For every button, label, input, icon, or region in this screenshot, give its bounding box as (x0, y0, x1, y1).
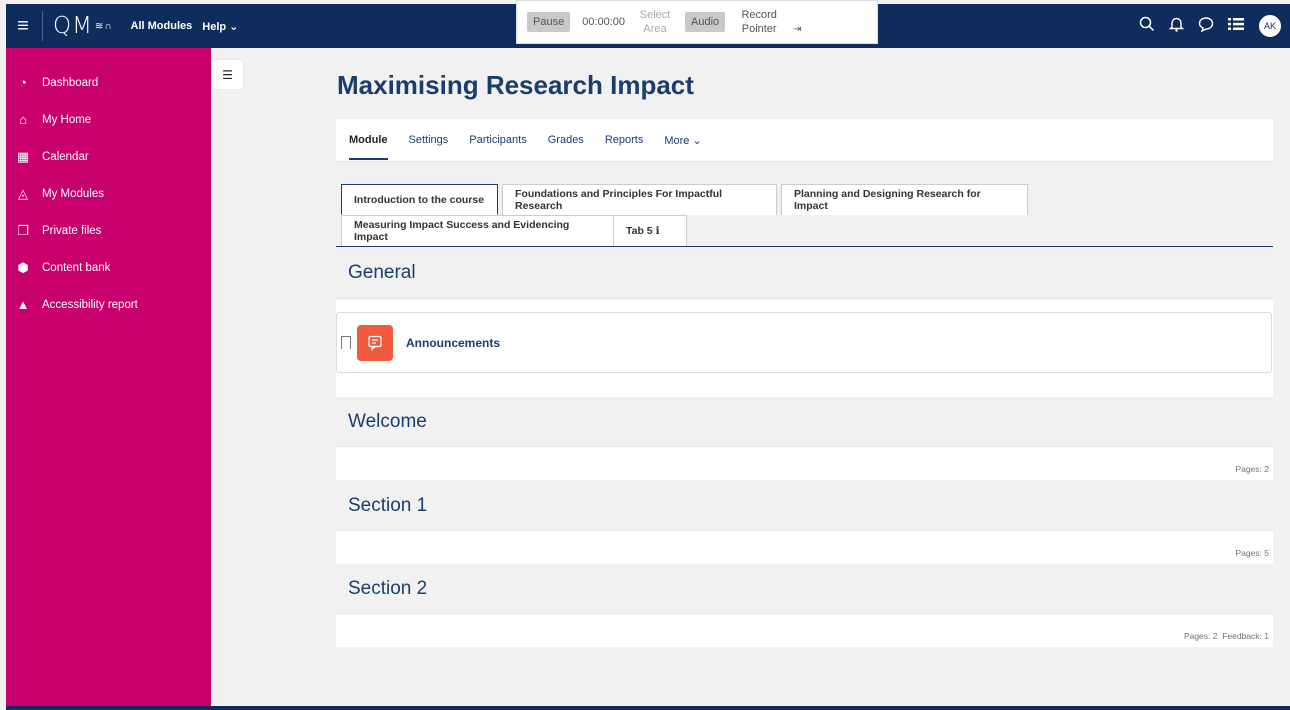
hamburger-menu-icon[interactable]: ≡ (6, 4, 40, 48)
help-menu[interactable]: Help ⌄ (202, 20, 238, 33)
section-summary: Pages: 2 (336, 447, 1273, 480)
tab-introduction[interactable]: Introduction to the course (341, 184, 498, 215)
audio-button[interactable]: Audio (685, 12, 726, 32)
footer-bar (6, 706, 1290, 710)
screen-recorder-toolbar: Pause 00:00:00 Select Area Audio Record … (516, 0, 878, 44)
sidebar-item-calendar[interactable]: ▦ Calendar (6, 138, 211, 175)
logo-mark: ≋∩ (94, 20, 113, 32)
tab-foundations[interactable]: Foundations and Principles For Impactful… (502, 184, 777, 215)
tab-underline (336, 246, 1273, 247)
sidebar-item-label: My Home (42, 113, 92, 126)
select-area-button[interactable]: Select Area (637, 8, 673, 36)
list-icon: ☰ (222, 67, 233, 82)
notifications-bell-icon[interactable] (1168, 16, 1185, 36)
sidebar-item-accessibility-report[interactable]: ▲ Accessibility report (6, 286, 211, 323)
sidebar-item-label: Content bank (42, 261, 111, 274)
tab-measuring-impact[interactable]: Measuring Impact Success and Evidencing … (341, 215, 614, 246)
tab-module[interactable]: Module (349, 134, 388, 160)
tab-settings[interactable]: Settings (409, 134, 449, 146)
files-icon: ❐ (17, 222, 29, 238)
section-welcome: Welcome Pages: 2 (336, 397, 1273, 480)
section-title-2[interactable]: Section 2 (336, 564, 1273, 614)
sidebar-item-my-modules[interactable]: ◬ My Modules (6, 175, 211, 212)
sidebar-item-label: My Modules (42, 187, 104, 200)
section-summary: Pages: 2 Feedback: 1 (336, 614, 1273, 647)
tab-more[interactable]: More ⌄ (664, 134, 701, 147)
section-2: Section 2 Pages: 2 Feedback: 1 (336, 564, 1273, 647)
sidebar-item-dashboard[interactable]: ◔ Dashboard (6, 64, 211, 101)
tab-grades[interactable]: Grades (548, 134, 584, 146)
pin-icon[interactable]: ⇥ (793, 24, 801, 35)
tab-row-1: Introduction to the course Foundations a… (336, 184, 1273, 215)
secondary-navigation: Module Settings Participants Grades Repo… (336, 119, 1273, 162)
graduation-cap-icon: ◬ (18, 185, 28, 201)
record-pointer-button[interactable]: Record Pointer (737, 8, 781, 36)
tab-participants[interactable]: Participants (469, 134, 526, 146)
tab-planning[interactable]: Planning and Designing Research for Impa… (781, 184, 1028, 215)
user-avatar[interactable]: AK (1258, 14, 1282, 38)
section-counts: Pages: 2 Feedback: 1 (1183, 631, 1269, 641)
recording-timer: 00:00:00 (582, 16, 626, 28)
course-section-tabs: Introduction to the course Foundations a… (336, 184, 1273, 247)
tab-5[interactable]: Tab 5 ℹ (614, 215, 687, 246)
section-title-1[interactable]: Section 1 (336, 481, 1273, 531)
activity-link[interactable]: Announcements (406, 336, 500, 350)
course-index-toggle-button[interactable]: ☰ (212, 60, 243, 89)
dashboard-icon: ◔ (19, 75, 27, 90)
all-modules-link[interactable]: All Modules (131, 20, 193, 32)
calendar-icon: ▦ (16, 148, 30, 164)
section-summary: Pages: 5 (336, 531, 1273, 564)
section-general: General (336, 248, 1273, 298)
section-counts: Pages: 2 (1235, 464, 1269, 474)
section-title-welcome[interactable]: Welcome (336, 397, 1273, 447)
section-counts: Pages: 5 (1235, 548, 1269, 558)
navbar-divider (42, 11, 43, 41)
site-logo[interactable]: QM ≋∩ (53, 13, 113, 39)
course-index-list-icon[interactable] (1228, 17, 1244, 35)
logo-text: QM (53, 13, 93, 39)
search-icon[interactable] (1139, 16, 1155, 36)
pause-button[interactable]: Pause (527, 12, 571, 32)
bookmark-icon[interactable] (341, 336, 351, 349)
tab-row-2: Measuring Impact Success and Evidencing … (336, 215, 1273, 246)
sidebar-item-label: Accessibility report (42, 298, 138, 311)
sidebar-item-label: Calendar (42, 150, 89, 163)
messages-icon[interactable] (1198, 16, 1214, 36)
accessibility-icon: ▲ (16, 297, 30, 312)
sidebar-item-content-bank[interactable]: ⬢ Content bank (6, 249, 211, 286)
home-icon: ⌂ (19, 112, 27, 127)
section-1: Section 1 Pages: 5 (336, 481, 1273, 564)
page-title: Maximising Research Impact (337, 70, 694, 100)
top-navbar: ≡ QM ≋∩ All Modules Help ⌄ Pause 00:00:0… (6, 0, 1290, 48)
sidebar-item-my-home[interactable]: ⌂ My Home (6, 101, 211, 138)
sidebar-item-label: Dashboard (42, 76, 99, 89)
sidebar-item-private-files[interactable]: ❐ Private files (6, 212, 211, 249)
avatar-initials: AK (1259, 15, 1281, 37)
forum-icon (357, 324, 393, 361)
tab-reports[interactable]: Reports (605, 134, 644, 146)
primary-sidebar: ◔ Dashboard ⌂ My Home ▦ Calendar ◬ My Mo… (6, 48, 211, 710)
sidebar-item-label: Private files (42, 224, 102, 237)
cube-icon: ⬢ (17, 259, 29, 275)
navbar-actions: AK (1139, 4, 1282, 48)
activity-announcements[interactable]: Announcements (336, 312, 1272, 373)
section-title-general[interactable]: General (336, 248, 1273, 298)
